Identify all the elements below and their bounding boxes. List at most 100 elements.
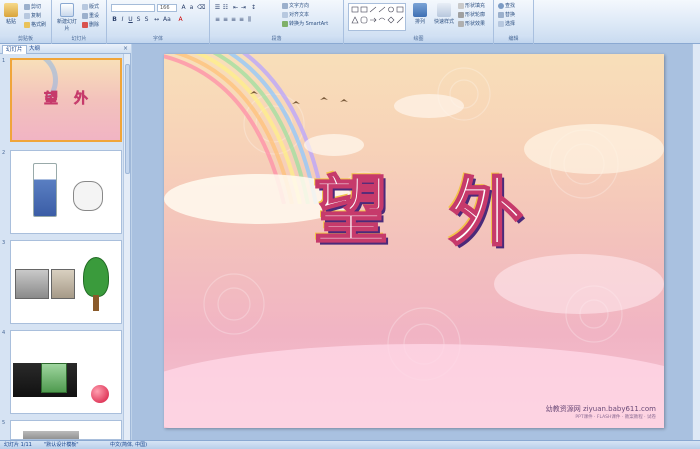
thumb-number: 3 (2, 240, 6, 246)
watermark: 幼教资源网 ziyuan.baby611.com PPT课件 · FLASH课件… (546, 404, 656, 420)
slide-thumbnail-4[interactable] (10, 330, 122, 414)
watermark-main: 幼教资源网 ziyuan.baby611.com (545, 405, 656, 413)
slide-title-char-2[interactable]: 外 (448, 175, 524, 251)
clipboard-label: 剪贴板 (0, 35, 51, 43)
bullets-icon[interactable]: ☰ (214, 4, 221, 11)
green-cage-image (41, 363, 67, 393)
slide-title-char-1[interactable]: 望 (313, 173, 389, 249)
columns-icon[interactable]: ⫼ (246, 16, 253, 23)
shape-outline-button[interactable]: 形状轮廓 (458, 11, 485, 18)
align-center-icon[interactable]: ≡ (222, 16, 229, 23)
replace-button[interactable]: 替换 (498, 11, 515, 18)
quick-styles-button[interactable]: 快速样式 (432, 3, 456, 25)
scissors-icon (24, 3, 30, 10)
bold-icon[interactable]: B (111, 16, 118, 23)
shadow-icon[interactable]: S (143, 16, 150, 23)
reset-icon (82, 12, 88, 19)
close-icon[interactable]: × (123, 45, 128, 52)
theme-name: "默认设计模板" (44, 442, 79, 448)
font-group: 166 A a ⌫ B I U S S ↔ Aa A 字体 (107, 0, 210, 44)
tree-trunk (93, 295, 99, 311)
editing-group: 查找 替换 选择 编辑 (494, 0, 534, 44)
cut-button[interactable]: 剪切 (24, 3, 41, 10)
tree-icon (83, 257, 109, 297)
increase-indent-icon[interactable]: ⇥ (240, 4, 247, 11)
paragraph-group: ☰ ☷ ⇤ ⇥ ↕ ≡ ≡ ≡ ≡ ⫼ 文字方向 对齐文本 转换为 SmartA… (210, 0, 344, 44)
language-indicator[interactable]: 中文(简体, 中国) (110, 442, 147, 449)
shapes-gallery[interactable] (348, 3, 406, 31)
slides-group: 新建幻灯片 版式 重设 删除 幻灯片 (52, 0, 107, 44)
cage-photo-image (15, 269, 49, 299)
font-name-combo[interactable] (111, 4, 155, 12)
justify-icon[interactable]: ≡ (238, 16, 245, 23)
numbering-icon[interactable]: ☷ (222, 4, 229, 11)
paste-icon (4, 3, 18, 17)
line-spacing-icon[interactable]: ↕ (250, 4, 257, 11)
align-right-icon[interactable]: ≡ (230, 16, 237, 23)
text-direction-button[interactable]: 文字方向 (282, 2, 309, 9)
slide-thumbnail-2[interactable] (10, 150, 122, 234)
workspace-scrollbar[interactable] (692, 44, 700, 440)
editing-label: 编辑 (494, 35, 533, 43)
scrollbar-thumb[interactable] (125, 64, 130, 174)
slide-thumbnail-1[interactable]: 望 外 (10, 58, 122, 142)
clear-format-icon[interactable]: ⌫ (197, 4, 205, 11)
italic-icon[interactable]: I (119, 16, 126, 23)
align-text-button[interactable]: 对齐文本 (282, 11, 309, 18)
quick-styles-icon (437, 3, 451, 17)
status-bar: 幻灯片 1/11 "默认设计模板" 中文(简体, 中国) (0, 440, 700, 449)
copy-icon (24, 12, 30, 19)
grow-font-icon[interactable]: A (180, 4, 187, 11)
new-slide-button[interactable]: 新建幻灯片 (55, 3, 79, 32)
delete-icon (82, 21, 88, 28)
format-painter-button[interactable]: 格式刷 (24, 21, 46, 28)
smartart-button[interactable]: 转换为 SmartArt (282, 20, 328, 27)
slide-thumbnail-3[interactable] (10, 240, 122, 324)
font-label: 字体 (107, 35, 209, 43)
arrange-button[interactable]: 排列 (410, 3, 430, 25)
paste-button[interactable]: 粘贴 (2, 3, 20, 25)
select-button[interactable]: 选择 (498, 20, 515, 27)
layout-icon (82, 3, 88, 10)
cloud-shape (304, 134, 364, 156)
char-spacing-icon[interactable]: ↔ (153, 16, 160, 23)
tab-slides[interactable]: 幻灯片 (2, 45, 27, 54)
glass-of-water-image (33, 163, 57, 217)
thumb-number: 2 (2, 150, 6, 156)
align-left-icon[interactable]: ≡ (214, 16, 221, 23)
change-case-icon[interactable]: Aa (163, 16, 171, 23)
shape-effects-button[interactable]: 形状效果 (458, 20, 485, 27)
brush-icon (24, 21, 30, 28)
thumb-number: 1 (2, 58, 6, 64)
panel-scrollbar[interactable] (123, 54, 130, 440)
paragraph-label: 段落 (210, 35, 343, 43)
copy-button[interactable]: 复制 (24, 12, 41, 19)
font-color-icon[interactable]: A (177, 16, 184, 23)
strikethrough-icon[interactable]: S (135, 16, 142, 23)
smartart-icon (282, 20, 288, 27)
slide-thumbnail-5[interactable] (10, 420, 122, 440)
red-ball-icon (91, 385, 109, 403)
effects-icon (458, 20, 464, 27)
thumb-number: 5 (2, 420, 6, 426)
layout-button[interactable]: 版式 (82, 3, 99, 10)
ribbon: 粘贴 剪切 复制 格式刷 剪贴板 新建幻灯片 版式 重设 删除 幻灯片 166 … (0, 0, 700, 44)
tab-outline[interactable]: 大纲 (26, 45, 43, 54)
thumb-title-char-2: 外 (74, 91, 89, 108)
slides-label: 幻灯片 (52, 35, 106, 43)
decrease-indent-icon[interactable]: ⇤ (232, 4, 239, 11)
select-icon (498, 20, 504, 27)
delete-slide-button[interactable]: 删除 (82, 21, 99, 28)
shape-fill-button[interactable]: 形状填充 (458, 2, 485, 9)
slides-panel: 幻灯片 大纲 × 1 望 外 2 3 4 5 (0, 44, 131, 440)
font-size-combo[interactable]: 166 (157, 4, 177, 12)
replace-icon (498, 11, 504, 18)
find-button[interactable]: 查找 (498, 2, 515, 9)
reset-button[interactable]: 重设 (82, 12, 99, 19)
thumb-5-image (23, 431, 79, 439)
birds-icon (250, 91, 348, 104)
outline-icon (458, 11, 464, 18)
shrink-font-icon[interactable]: a (188, 4, 195, 11)
underline-icon[interactable]: U (127, 16, 134, 23)
current-slide[interactable]: 望 外 幼教资源网 ziyuan.baby611.com PPT课件 · FLA… (164, 54, 664, 428)
